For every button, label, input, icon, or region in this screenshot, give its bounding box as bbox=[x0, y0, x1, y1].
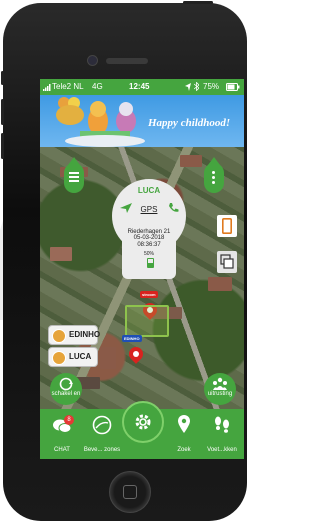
hamburger-icon bbox=[69, 172, 79, 184]
nav-chat-label: CHAT bbox=[54, 447, 70, 453]
popup-date: 05-03-2018 bbox=[133, 235, 165, 241]
battery-percent: 75% bbox=[203, 82, 220, 91]
layers-icon bbox=[220, 254, 234, 269]
equipment-label: uitrusting bbox=[207, 391, 233, 397]
menu-button[interactable] bbox=[64, 157, 84, 193]
location-pin-icon bbox=[178, 415, 190, 433]
gear-icon bbox=[135, 414, 151, 430]
avatar bbox=[52, 329, 66, 343]
person-chip-luca[interactable]: LUCA bbox=[48, 347, 98, 367]
mute-switch bbox=[1, 71, 4, 85]
popup-name: LUCA bbox=[137, 186, 161, 195]
popup-time: 08:36:37 bbox=[137, 242, 161, 248]
more-vertical-icon bbox=[212, 171, 215, 186]
person-chip-edinho[interactable]: EDINHO bbox=[48, 325, 101, 345]
power-button bbox=[183, 1, 213, 4]
nav-safe-zones-label: Beve... zones bbox=[83, 447, 121, 453]
nav-search[interactable]: Zoek bbox=[164, 409, 204, 459]
chat-badge: 8 bbox=[64, 415, 74, 425]
volume-down-button bbox=[1, 133, 4, 159]
nav-search-label: Zoek bbox=[177, 447, 191, 453]
footsteps-icon bbox=[215, 416, 229, 433]
bluetooth-icon bbox=[194, 82, 199, 91]
battery-icon bbox=[226, 83, 240, 91]
nav-settings[interactable] bbox=[122, 401, 164, 443]
volume-up-button bbox=[1, 99, 4, 125]
globe-icon bbox=[92, 415, 112, 435]
popup-battery: 50% bbox=[143, 251, 154, 257]
people-group-icon bbox=[213, 377, 227, 390]
map-building bbox=[100, 347, 116, 369]
home-button[interactable] bbox=[109, 471, 151, 513]
switch-button[interactable]: schakel en bbox=[50, 373, 82, 405]
front-camera bbox=[87, 55, 98, 66]
map-building bbox=[208, 277, 232, 291]
bottom-navigation: 8 CHAT Beve... zones Zoek Voet...kken bbox=[40, 401, 244, 459]
map-marker-edinho[interactable] bbox=[126, 341, 146, 364]
network-type: 4G bbox=[92, 82, 103, 91]
earpiece-speaker bbox=[106, 58, 148, 64]
switch-users-icon bbox=[59, 377, 73, 391]
phone-call-icon[interactable] bbox=[168, 202, 179, 213]
tablet-icon bbox=[222, 218, 232, 234]
nav-chat[interactable]: 8 CHAT bbox=[42, 409, 82, 459]
nav-safe-zones[interactable]: Beve... zones bbox=[82, 409, 122, 459]
avatar bbox=[52, 351, 66, 365]
person-name: LUCA bbox=[69, 352, 92, 361]
map-building bbox=[50, 247, 72, 261]
carrier-name: Tele2 NL bbox=[52, 82, 84, 91]
popup-content: LUCA GPS Riederhagen 21 05-03-2018 08:36… bbox=[112, 79, 186, 279]
safe-zone-area[interactable] bbox=[125, 305, 169, 337]
signal-icon bbox=[43, 84, 51, 91]
options-button[interactable] bbox=[204, 157, 224, 193]
switch-label: schakel en bbox=[51, 391, 81, 397]
battery-level-icon bbox=[147, 258, 154, 268]
person-name: EDINHO bbox=[69, 330, 101, 339]
nav-footsteps[interactable]: Voet...kken bbox=[202, 409, 242, 459]
gps-source: GPS bbox=[140, 205, 158, 214]
nav-footsteps-label: Voet...kken bbox=[207, 447, 237, 453]
app-screen: Tele2 NL 4G 12:45 75% Happy childhood! L… bbox=[40, 79, 244, 459]
device-view-button[interactable] bbox=[217, 215, 237, 237]
equipment-button[interactable]: uitrusting bbox=[204, 373, 236, 405]
map-layers-button[interactable] bbox=[217, 251, 237, 273]
